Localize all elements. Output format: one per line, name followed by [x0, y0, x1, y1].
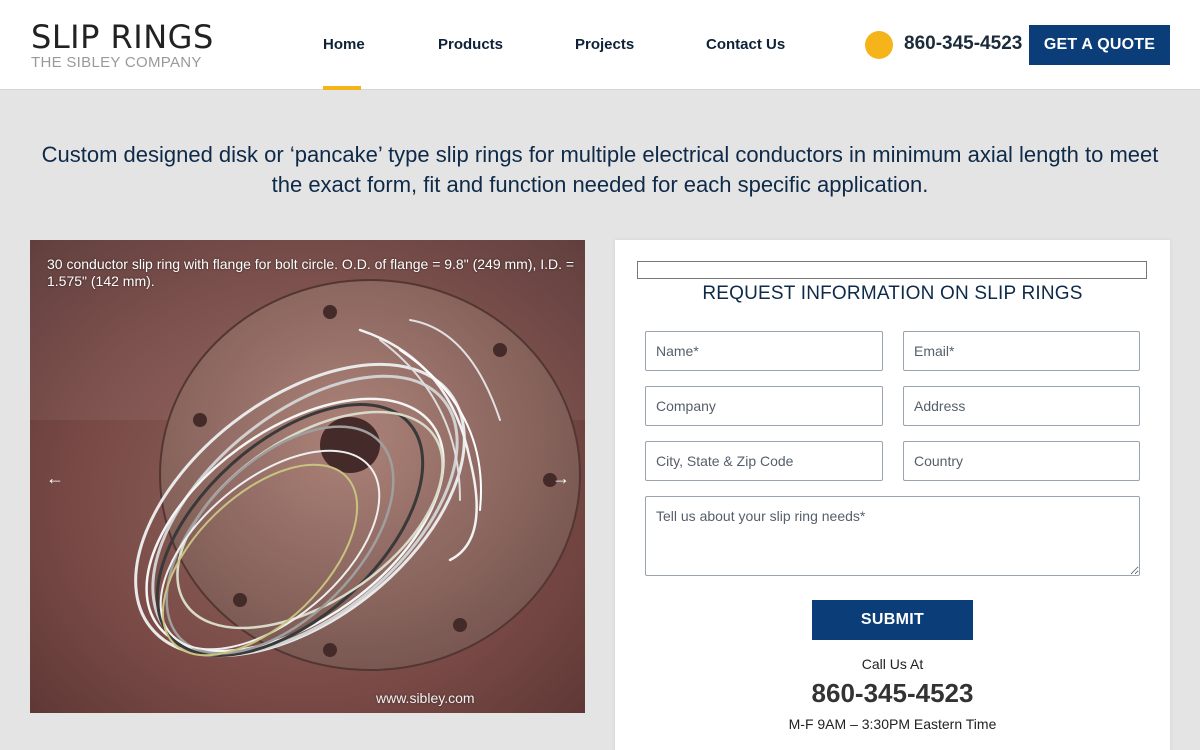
submit-button[interactable]: SUBMIT: [812, 600, 973, 640]
nav-item-projects[interactable]: Projects: [575, 36, 634, 53]
logo-subtitle: THE SIBLEY COMPANY: [31, 54, 202, 71]
country-field[interactable]: [903, 441, 1140, 481]
contact-phone-link[interactable]: 860-345-4523: [615, 678, 1170, 709]
call-us-label: Call Us At: [861, 656, 924, 672]
city-state-zip-field[interactable]: [645, 441, 883, 481]
logo[interactable]: SLIP RINGS THE SIBLEY COMPANY: [31, 20, 214, 71]
company-field[interactable]: [645, 386, 883, 426]
business-hours: M-F 9AM – 3:30PM Eastern Time: [788, 716, 997, 732]
intro-text: Custom designed disk or ‘pancake’ type s…: [41, 142, 1159, 197]
form-notice-box: [637, 261, 1147, 279]
nav-item-contact-us[interactable]: Contact Us: [706, 36, 785, 53]
header-phone-link[interactable]: 860-345-4523: [904, 33, 1022, 55]
request-info-form: REQUEST INFORMATION ON SLIP RINGS SUBMIT…: [615, 240, 1170, 750]
slide-watermark: www.sibley.com: [376, 690, 475, 706]
nav-item-home[interactable]: Home: [323, 36, 365, 53]
slide-caption: 30 conductor slip ring with flange for b…: [47, 256, 575, 289]
logo-title: SLIP RINGS: [31, 18, 214, 56]
form-title: REQUEST INFORMATION ON SLIP RINGS: [702, 283, 1083, 304]
name-field[interactable]: [645, 331, 883, 371]
nav-item-products[interactable]: Products: [438, 36, 503, 53]
phone-icon: [865, 31, 893, 59]
get-a-quote-button[interactable]: GET A QUOTE: [1029, 25, 1170, 65]
image-slider: 30 conductor slip ring with flange for b…: [30, 240, 585, 713]
slider-prev-arrow-icon[interactable]: ←: [46, 468, 64, 489]
address-field[interactable]: [903, 386, 1140, 426]
email-field[interactable]: [903, 331, 1140, 371]
active-nav-indicator: [323, 86, 361, 90]
site-header: SLIP RINGS THE SIBLEY COMPANY Home Produ…: [0, 0, 1200, 90]
slider-next-arrow-icon[interactable]: →: [552, 468, 570, 489]
message-field[interactable]: [645, 496, 1140, 576]
slip-ring-photo: [30, 240, 585, 713]
